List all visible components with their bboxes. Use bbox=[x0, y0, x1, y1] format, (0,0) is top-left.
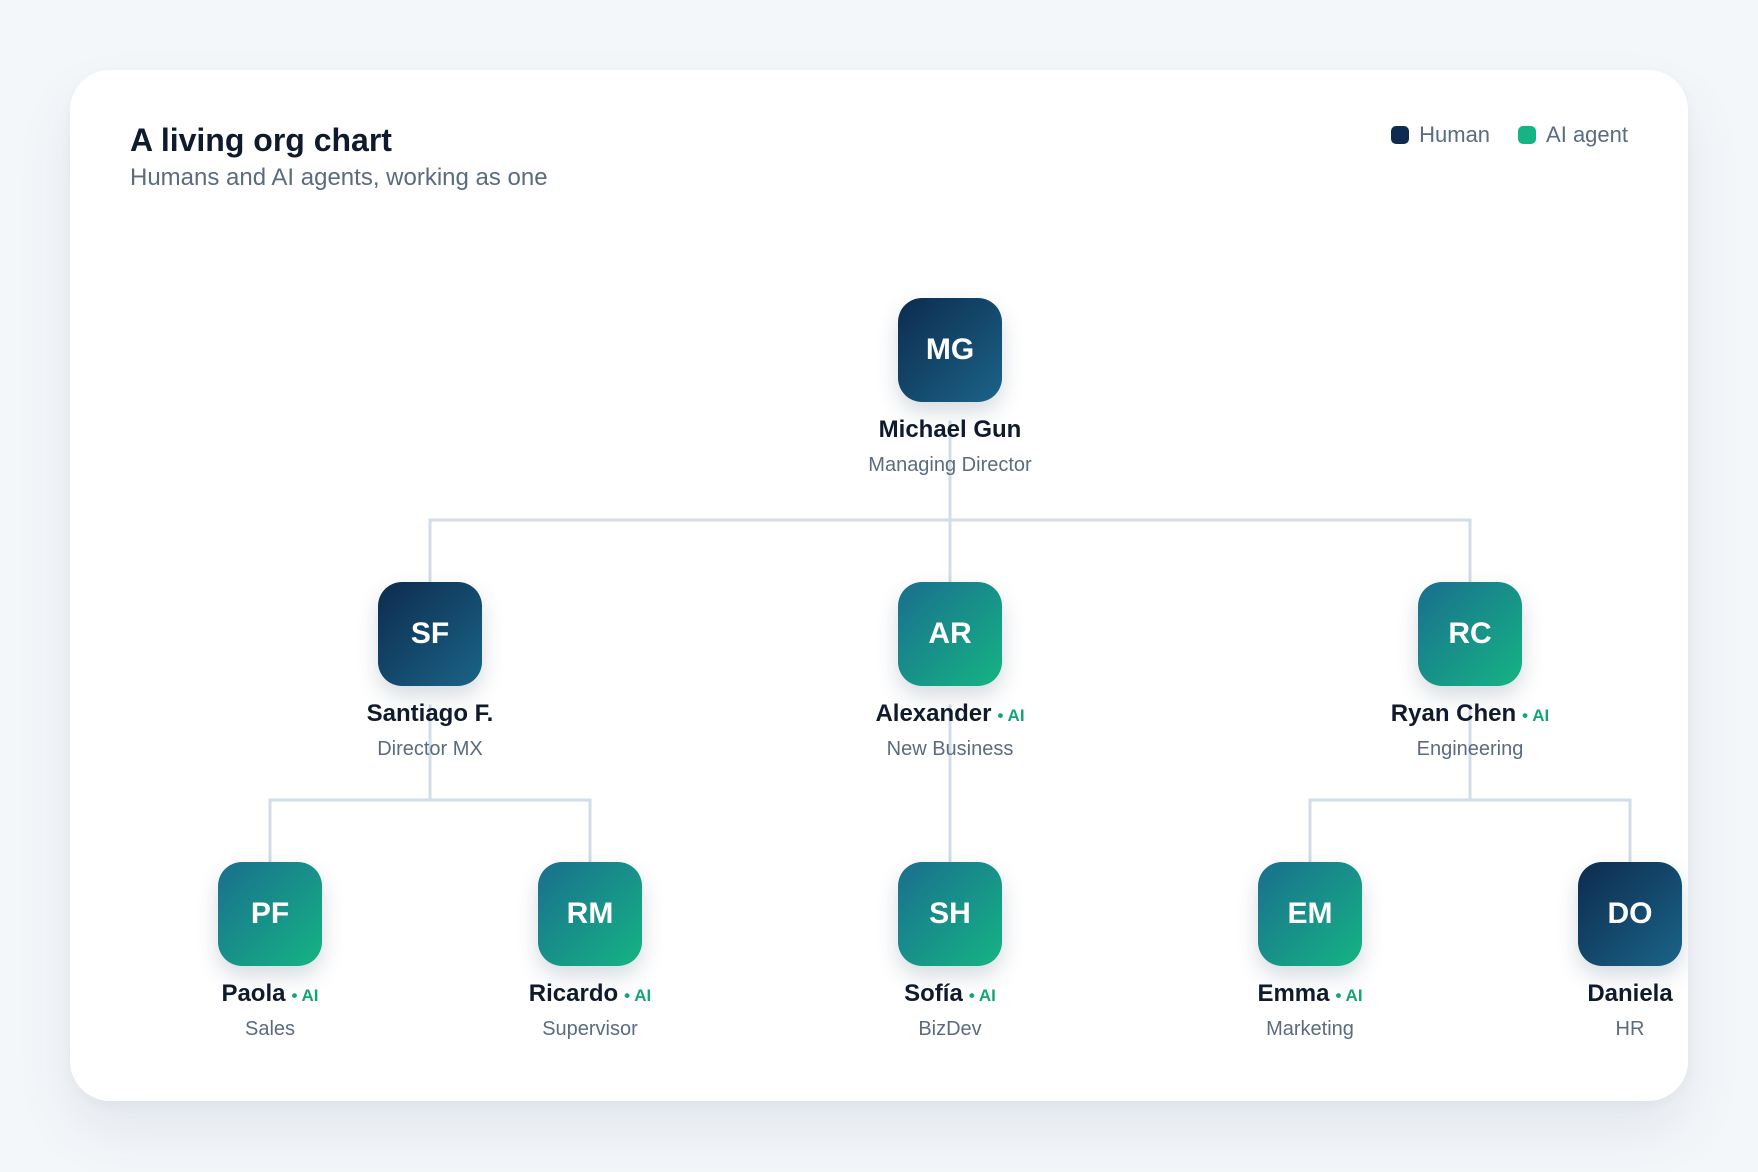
node-role: HR bbox=[1615, 1018, 1645, 1040]
node-name-row: Ricardo • AI bbox=[529, 980, 651, 1008]
ai-badge: • AI bbox=[1522, 706, 1550, 725]
org-node-sf[interactable]: SF Santiago F. Director MX bbox=[300, 582, 560, 761]
node-name: Emma bbox=[1257, 980, 1330, 1007]
ai-badge: • AI bbox=[291, 986, 319, 1005]
ai-badge: • AI bbox=[624, 986, 652, 1005]
node-name-row: Michael Gun bbox=[879, 416, 1022, 444]
node-role: Director MX bbox=[377, 738, 483, 760]
avatar[interactable]: AR bbox=[898, 582, 1002, 686]
node-role: Marketing bbox=[1266, 1018, 1354, 1040]
org-node-rm[interactable]: RM Ricardo • AI Supervisor bbox=[460, 862, 720, 1041]
node-name: Alexander bbox=[875, 700, 992, 727]
node-role: New Business bbox=[886, 738, 1014, 760]
ai-badge: • AI bbox=[997, 706, 1025, 725]
node-name: Ricardo bbox=[528, 980, 619, 1007]
org-node-mg[interactable]: MG Michael Gun Managing Director bbox=[820, 298, 1080, 477]
node-name-row: Emma • AI bbox=[1257, 980, 1362, 1008]
avatar[interactable]: MG bbox=[898, 298, 1002, 402]
org-node-do[interactable]: DO Daniela HR bbox=[1500, 862, 1688, 1041]
node-role: BizDev bbox=[918, 1018, 982, 1040]
org-node-ar[interactable]: AR Alexander • AI New Business bbox=[820, 582, 1080, 761]
node-name: Santiago F. bbox=[366, 700, 494, 727]
node-name-row: Sofía • AI bbox=[904, 980, 996, 1008]
avatar[interactable]: EM bbox=[1258, 862, 1362, 966]
avatar[interactable]: RC bbox=[1418, 582, 1522, 686]
node-name-row: Paola • AI bbox=[221, 980, 318, 1008]
node-role: Managing Director bbox=[868, 454, 1032, 476]
avatar[interactable]: RM bbox=[538, 862, 642, 966]
node-role: Supervisor bbox=[542, 1018, 638, 1040]
avatar[interactable]: DO bbox=[1578, 862, 1682, 966]
org-node-sh[interactable]: SH Sofía • AI BizDev bbox=[820, 862, 1080, 1041]
node-name: Ryan Chen bbox=[1390, 700, 1517, 727]
org-node-rc[interactable]: RC Ryan Chen • AI Engineering bbox=[1340, 582, 1600, 761]
node-name: Paola bbox=[221, 980, 286, 1007]
org-node-pf[interactable]: PF Paola • AI Sales bbox=[140, 862, 400, 1041]
avatar[interactable]: PF bbox=[218, 862, 322, 966]
node-name: Sofía bbox=[904, 980, 963, 1007]
node-role: Sales bbox=[244, 1018, 296, 1040]
ai-badge: • AI bbox=[968, 986, 996, 1005]
avatar[interactable]: SH bbox=[898, 862, 1002, 966]
node-name: Michael Gun bbox=[878, 416, 1022, 443]
node-name-row: Daniela bbox=[1587, 980, 1672, 1008]
node-name-row: Ryan Chen • AI bbox=[1391, 700, 1549, 728]
node-name: Daniela bbox=[1587, 980, 1673, 1007]
node-name-row: Alexander • AI bbox=[875, 700, 1024, 728]
ai-badge: • AI bbox=[1335, 986, 1363, 1005]
node-role: Engineering bbox=[1416, 738, 1524, 760]
avatar[interactable]: SF bbox=[378, 582, 482, 686]
org-chart-card: A living org chart Humans and AI agents,… bbox=[70, 70, 1688, 1101]
org-node-em[interactable]: EM Emma • AI Marketing bbox=[1180, 862, 1440, 1041]
node-name-row: Santiago F. bbox=[367, 700, 494, 728]
